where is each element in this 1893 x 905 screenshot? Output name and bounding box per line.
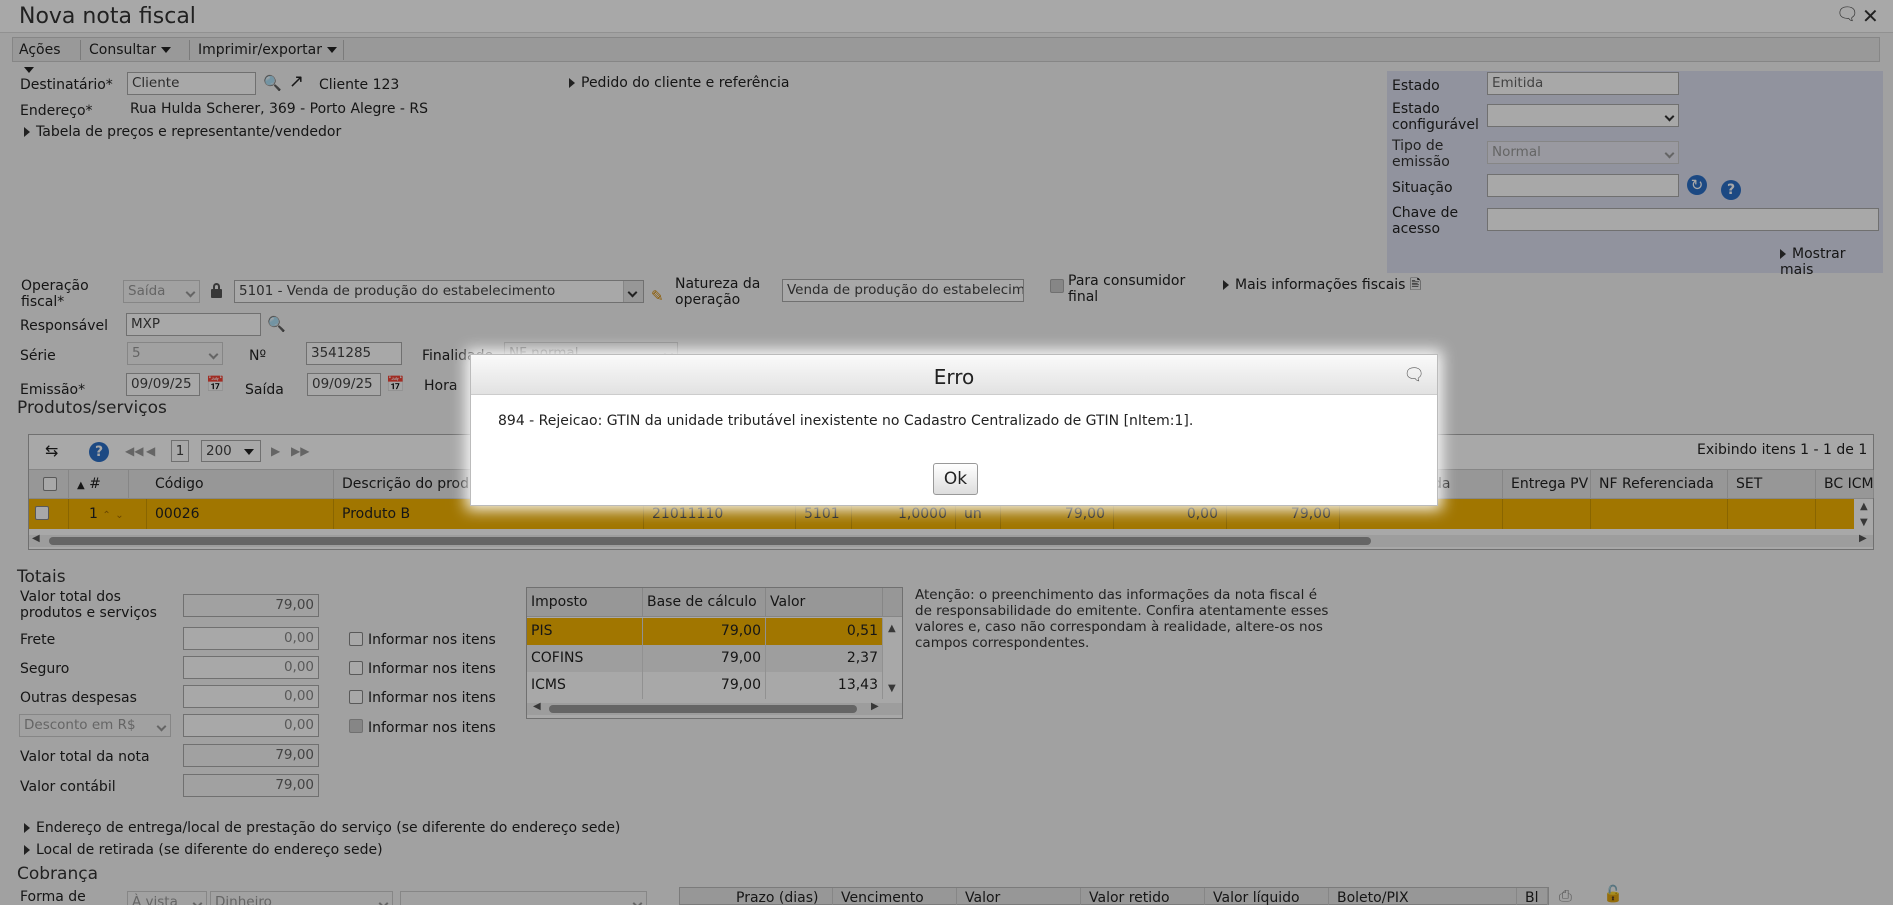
dialog-message: 894 - Rejeicao: GTIN da unidade tributáv… <box>498 413 1194 429</box>
error-dialog: Erro 🗨 894 - Rejeicao: GTIN da unidade t… <box>470 354 1438 506</box>
ok-button[interactable]: Ok <box>933 463 978 495</box>
comment-icon[interactable]: 🗨 <box>1403 355 1425 395</box>
dialog-title-bar: Erro 🗨 <box>471 355 1437 395</box>
dialog-title: Erro <box>933 365 975 389</box>
